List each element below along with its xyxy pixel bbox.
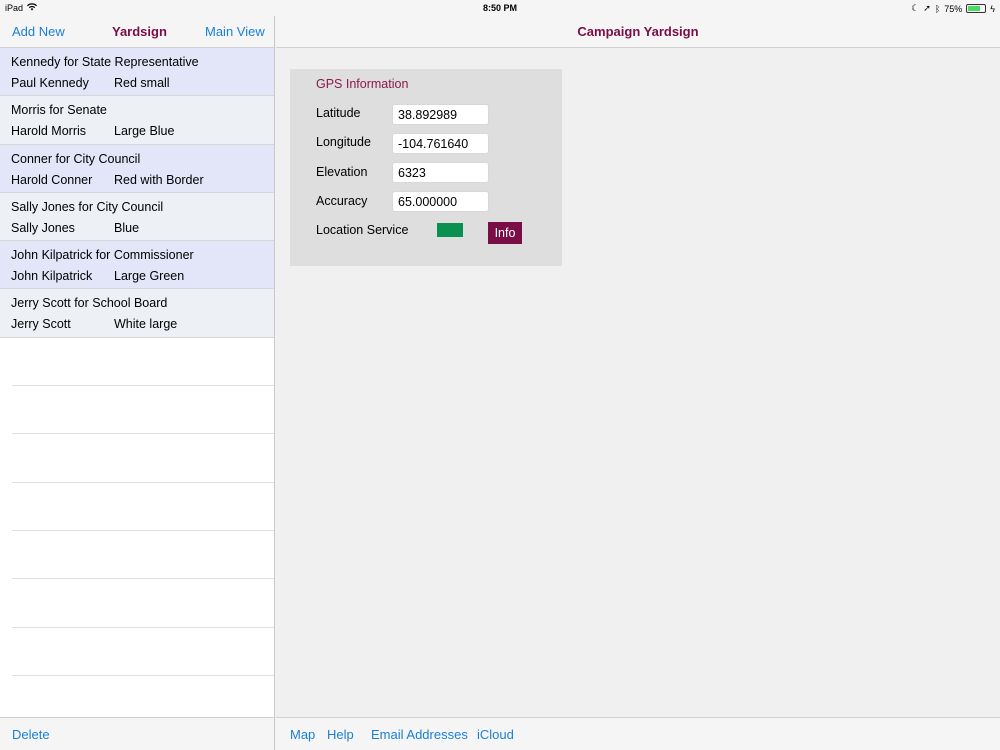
empty-list-row [12,338,274,387]
empty-list-row [12,531,274,580]
battery-fill [968,6,981,11]
email-addresses-button[interactable]: Email Addresses [371,727,468,742]
main-view-button[interactable]: Main View [205,24,265,39]
master-title: Yardsign [112,24,167,39]
list-item-sign-style: Red small [114,76,170,90]
empty-list-row [12,483,274,531]
accuracy-label: Accuracy [316,194,368,208]
latitude-label: Latitude [316,106,361,120]
battery-icon [966,4,987,13]
list-item-sign-style: Red with Border [114,172,204,187]
charging-icon: ϟ [990,3,995,14]
master-toolbar: Delete [0,717,274,750]
elevation-field[interactable] [392,162,489,183]
detail-toolbar: Map Help Email Addresses iCloud [276,717,1000,750]
list-item-title: Jerry Scott for School Board [11,296,168,311]
list-item-title: Kennedy for State Representative [11,55,199,69]
help-button[interactable]: Help [327,727,354,742]
empty-list-row [12,386,274,435]
list-item-sign-style: Blue [114,220,140,235]
map-button[interactable]: Map [290,727,315,742]
bluetooth-icon: ᛒ [934,3,941,14]
status-time: 8:50 PM [482,3,517,13]
list-item-candidate: Harold Morris [11,124,87,139]
detail-title: Campaign Yardsign [577,24,699,39]
info-button[interactable]: Info [488,222,522,244]
list-item-candidate: Paul Kennedy [11,76,89,90]
list-item[interactable]: Morris for Senate Harold Morris Large Blue [0,96,274,145]
list-item-candidate: John Kilpatrick [11,269,93,284]
empty-list-row [12,579,274,628]
yardsign-list: Kennedy for State Representative Paul Ken… [0,48,274,725]
empty-list-row [12,434,274,483]
gps-panel: GPS Information Latitude Longitude Eleva… [290,69,562,266]
longitude-field[interactable] [392,133,489,154]
list-item-title: Sally Jones for City Council [11,199,164,214]
icloud-button[interactable]: iCloud [477,727,514,742]
list-item[interactable]: John Kilpatrick for Commissioner John Kil… [0,241,274,290]
location-arrow-icon: ➚ [923,3,931,13]
list-item-title: Conner for City Council [11,151,141,166]
list-item[interactable]: Sally Jones for City Council Sally Jones B… [0,192,274,242]
list-item-sign-style: Large Blue [114,124,175,139]
list-item-sign-style: White large [114,317,178,332]
delete-button[interactable]: Delete [12,727,50,742]
location-service-label: Location Service [316,223,409,237]
add-new-button[interactable]: Add New [12,24,65,39]
list-item[interactable]: Kennedy for State Representative Paul Ken… [0,48,274,97]
status-bar: iPad 8:50 PM ☾ ➚ ᛒ 75% ϟ [0,0,1000,16]
latitude-field[interactable] [392,104,489,125]
moon-icon: ☾ [911,3,920,13]
list-item-title: John Kilpatrick for Commissioner [11,248,194,263]
list-item-sign-style: Large Green [114,269,185,284]
gps-header: GPS Information [316,77,409,91]
master-pane: Add New Yardsign Main View Kennedy for S… [0,16,275,750]
accuracy-field[interactable] [392,191,489,212]
master-nav-bar: Add New Yardsign Main View [0,16,274,48]
detail-pane: Campaign Yardsign GPS Information Latitu… [276,16,1000,750]
battery-percent: 75% [944,3,963,14]
list-item-candidate: Harold Conner [11,172,93,187]
list-item-title: Morris for Senate [11,103,107,118]
detail-nav-bar: Campaign Yardsign [276,16,1000,48]
elevation-label: Elevation [316,165,368,179]
status-right: ☾ ➚ ᛒ 75% ϟ [911,3,995,14]
list-item-candidate: Sally Jones [11,220,75,235]
list-item-candidate: Jerry Scott [11,317,71,332]
longitude-label: Longitude [316,135,371,149]
empty-list-row [12,628,274,676]
list-item[interactable]: Jerry Scott for School Board Jerry Scott W… [0,289,274,338]
location-status-indicator [437,223,463,237]
list-item[interactable]: Conner for City Council Harold Conner Red … [0,144,274,193]
